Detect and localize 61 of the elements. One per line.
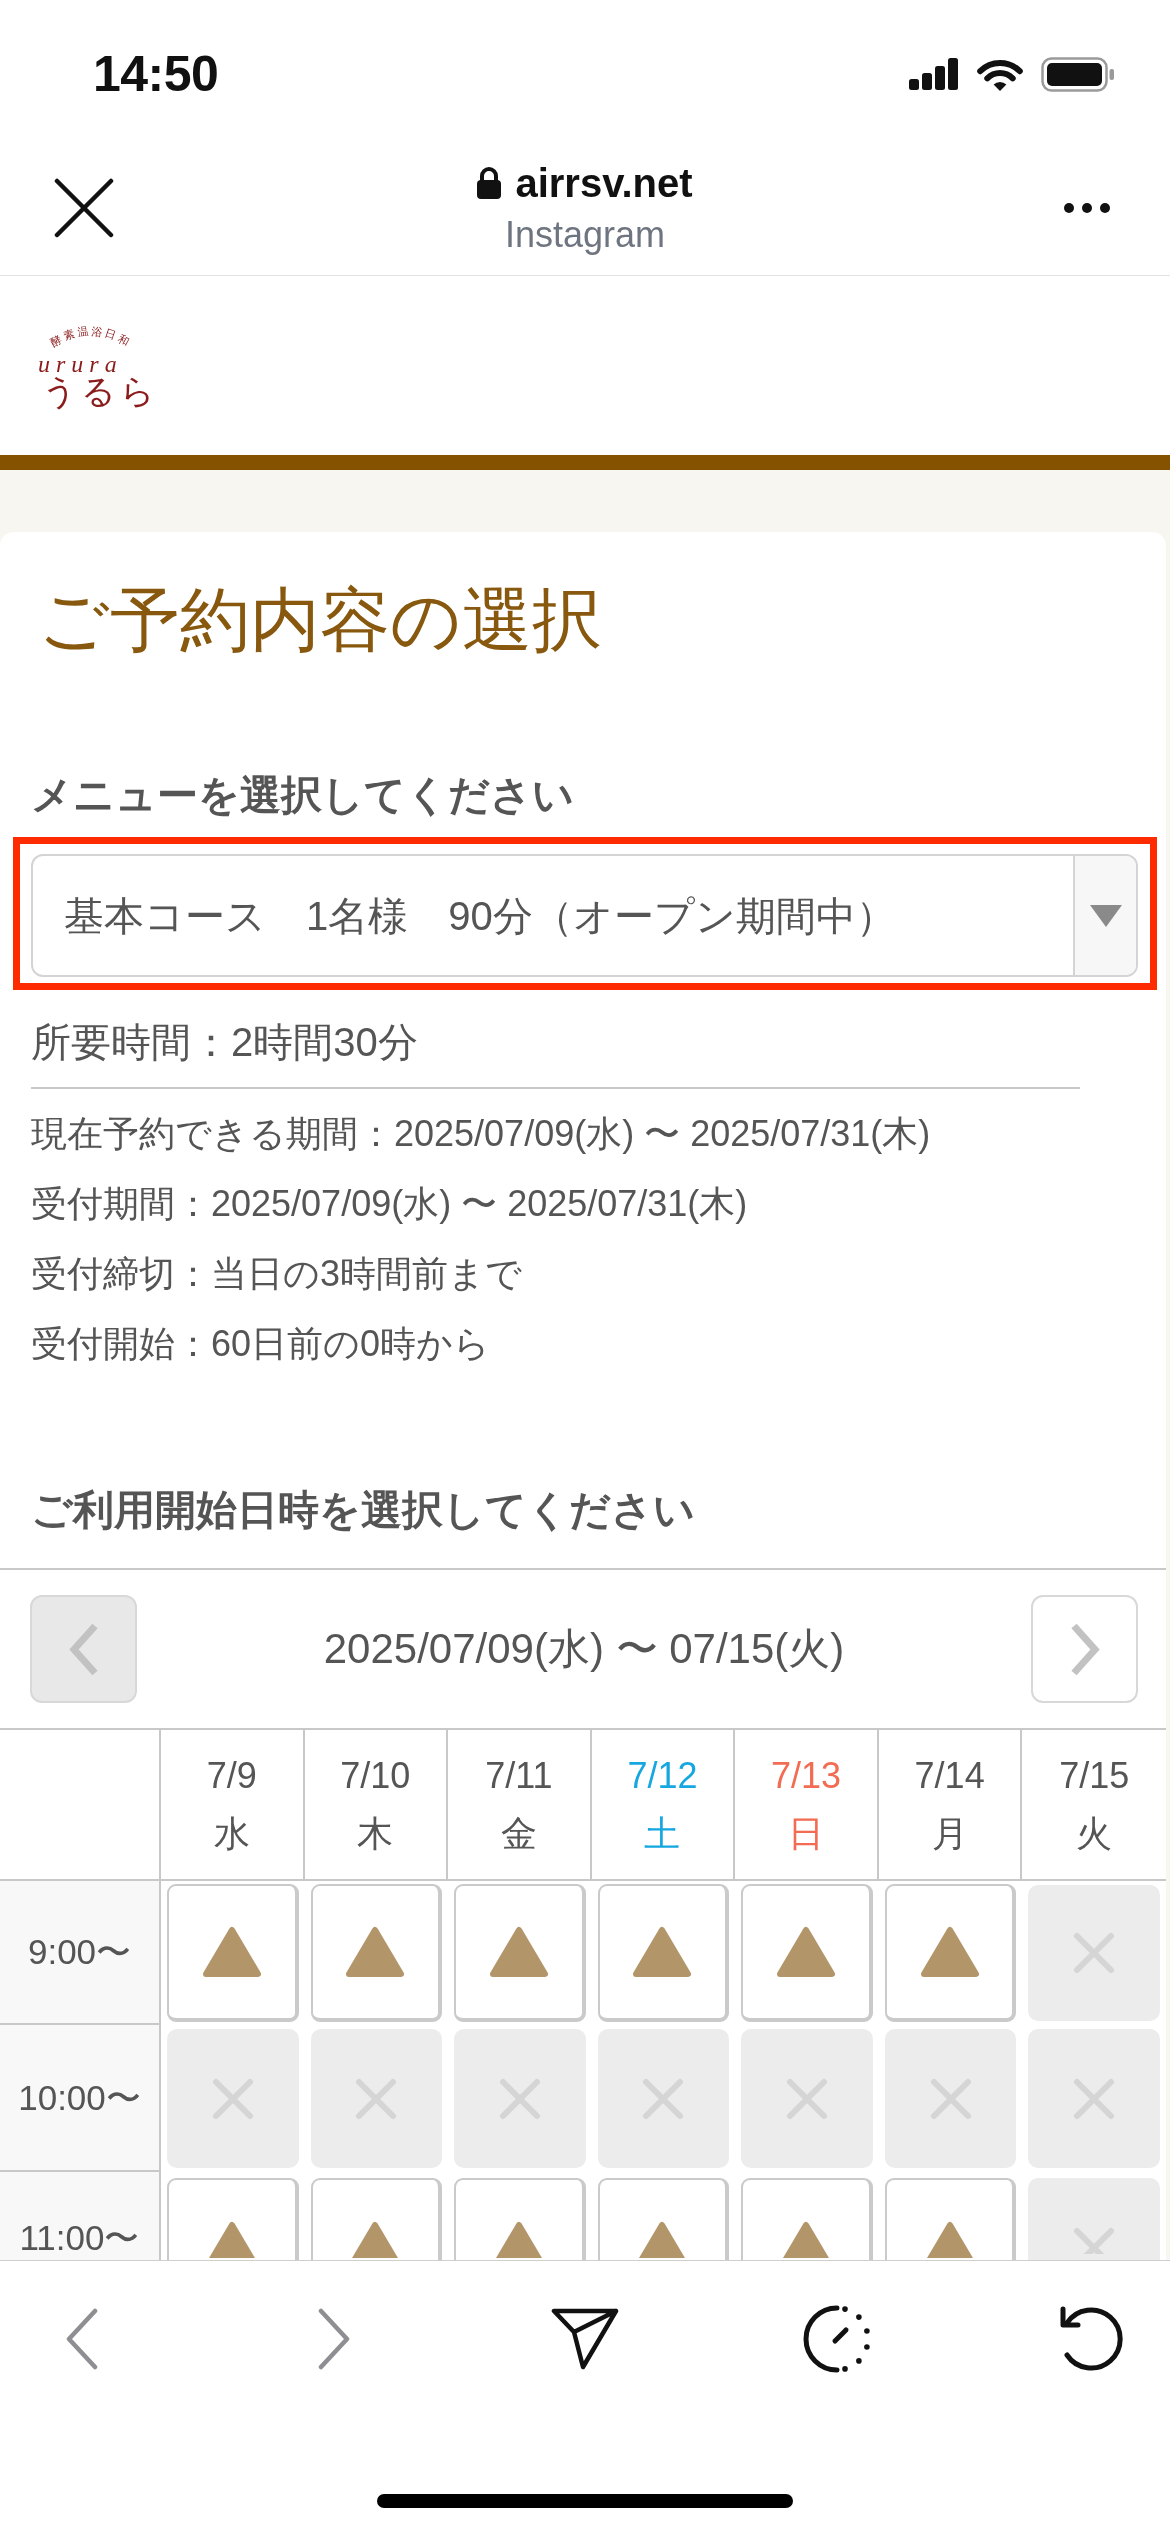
slot-button[interactable]	[167, 2178, 299, 2260]
triangle-icon	[919, 1926, 980, 1978]
weekday-label: 日	[788, 1811, 825, 1856]
slot-button[interactable]	[597, 1884, 730, 2022]
logo-name: うるら	[41, 374, 159, 410]
info-text: 受付締切：当日の3時間前まで	[31, 1252, 524, 1296]
triangle-icon	[488, 1926, 549, 1978]
status-time: 14:50	[93, 49, 219, 99]
weekday-label: 月	[931, 1811, 968, 1856]
slot-button[interactable]	[454, 1884, 586, 2022]
triangle-icon	[632, 1926, 693, 1978]
slot-button[interactable]	[310, 1884, 443, 2022]
slot-button[interactable]	[310, 2178, 443, 2260]
next-week-button[interactable]	[1031, 1595, 1138, 1703]
triangle-icon	[345, 1926, 406, 1978]
caret-down-icon	[1089, 904, 1122, 927]
menu-select[interactable]: 基本コース 1名様 90分（オープン期間中）	[31, 854, 1138, 977]
date-label: 7/9	[206, 1753, 257, 1798]
triangle-icon	[201, 1926, 262, 1978]
triangle-icon	[776, 1926, 837, 1978]
date-label: 7/12	[627, 1753, 698, 1798]
duration-text: 所要時間：2時間30分	[31, 1019, 418, 1066]
slot-button[interactable]	[167, 1884, 299, 2022]
info-text: 現在予約できる期間：2025/07/09(水) 〜 2025/07/31(木)	[31, 1112, 931, 1156]
time-label: 9:00〜	[0, 1881, 161, 2025]
paper-plane-icon[interactable]	[551, 2308, 619, 2370]
slot-button[interactable]	[597, 2178, 730, 2260]
weekday-label: 水	[213, 1811, 250, 1856]
weekday-label: 木	[357, 1811, 394, 1856]
logo-tagline: 酵素温浴日和	[48, 324, 134, 349]
slot-button[interactable]	[884, 2178, 1017, 2260]
info-text: 受付開始：60日前の0時から	[31, 1322, 492, 1366]
close-icon[interactable]	[54, 177, 114, 238]
time-label: 11:00〜	[0, 2172, 161, 2260]
info-text: 受付期間：2025/07/09(水) 〜 2025/07/31(木)	[31, 1182, 749, 1226]
date-range: 2025/07/09(水) 〜 07/15(火)	[323, 1624, 845, 1674]
url-domain: airrsv.net	[515, 159, 693, 207]
time-label: 10:00〜	[0, 2025, 161, 2172]
chevron-left-icon	[68, 1621, 99, 1677]
date-label: 7/15	[1059, 1753, 1130, 1798]
weekday-label: 火	[1076, 1811, 1113, 1856]
page-title: ご予約内容の選択	[37, 580, 602, 661]
timer-icon[interactable]	[801, 2304, 872, 2374]
more-icon[interactable]	[1064, 202, 1110, 213]
date-label: 7/14	[914, 1753, 985, 1798]
slot-button[interactable]	[454, 2178, 586, 2260]
date-label: 7/11	[485, 1753, 553, 1798]
slot-button[interactable]	[741, 2178, 873, 2260]
signal-icon	[909, 58, 959, 90]
slot-button[interactable]	[884, 1884, 1017, 2022]
slot-button[interactable]	[741, 1884, 873, 2022]
chevron-right-icon	[1069, 1621, 1100, 1677]
weekday-label: 金	[500, 1811, 537, 1856]
menu-label: メニューを選択してください	[31, 771, 574, 819]
date-label: 7/10	[340, 1753, 411, 1798]
logo-script: urura	[38, 354, 123, 374]
battery-icon	[1041, 56, 1115, 92]
weekday-label: 土	[644, 1811, 681, 1856]
date-label: 7/13	[771, 1753, 842, 1798]
calendar-label: ご利用開始日時を選択してください	[31, 1486, 695, 1534]
page-source: Instagram	[504, 212, 666, 257]
